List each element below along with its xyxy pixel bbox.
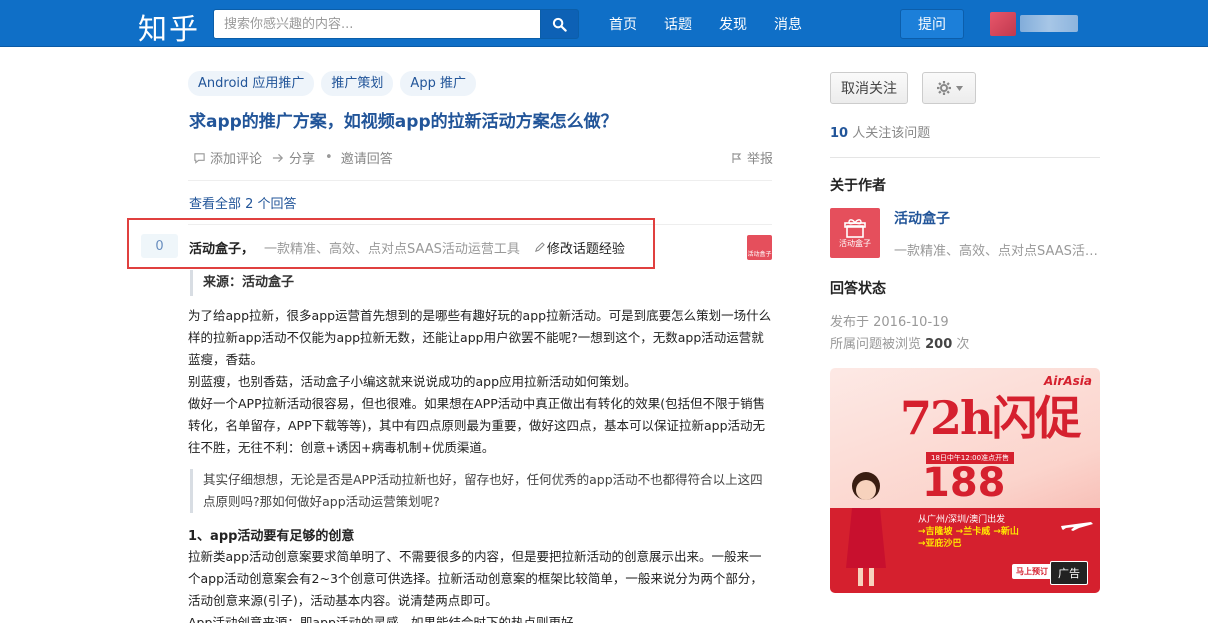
answer-author-avatar[interactable]: 活动盒子 (747, 235, 772, 260)
answer-paragraph: 为了给app拉新，很多app运营首先想到的是哪些有趣好玩的app拉新活动。可是到… (188, 308, 772, 367)
topic-tags: Android 应用推广 推广策划 App 推广 (188, 71, 476, 96)
topic-tag[interactable]: 推广策划 (321, 71, 394, 96)
ad-label: 广告 (1050, 561, 1088, 585)
highlight-annotation-box (127, 218, 655, 269)
nav-home[interactable]: 首页 (609, 14, 637, 34)
comment-icon (194, 152, 205, 164)
share-label: 分享 (289, 152, 316, 167)
airasia-ad-banner[interactable]: 72h闪促 AirAsia 18日中午12:00准点开售 188 从广州/深圳/… (830, 368, 1100, 593)
share-button[interactable]: 分享 (272, 148, 315, 167)
ad-character-illustration (846, 472, 886, 586)
views-number: 200 (925, 337, 953, 352)
answer-status-heading: 回答状态 (830, 281, 886, 297)
settings-dropdown-button[interactable] (922, 72, 976, 104)
answer-body-block: 拉新类app活动创意案要求简单明了、不需要很多的内容，但是要把拉新活动的创意展示… (188, 546, 772, 623)
follower-text: 人关注该问题 (848, 126, 931, 141)
answer-body-block: 为了给app拉新，很多app运营首先想到的是哪些有趣好玩的app拉新活动。可是到… (188, 305, 772, 459)
answer-source-quote: 来源：活动盒子 (190, 270, 294, 296)
posted-date: 发布于 2016-10-19 (830, 315, 949, 330)
avatar-caption: 活动盒子 (747, 251, 772, 258)
about-author-heading: 关于作者 (830, 178, 886, 194)
ad-headline: 72h闪促 (900, 391, 1081, 445)
user-avatar[interactable] (990, 12, 1016, 36)
avatar-caption: 活动盒子 (839, 238, 871, 248)
views-suffix: 次 (952, 337, 970, 352)
unfollow-button[interactable]: 取消关注 (830, 72, 908, 104)
ad-route-line: →亚庇沙巴 (918, 539, 962, 549)
answer-section-heading: 1、app活动要有足够的创意 (188, 529, 355, 544)
answer-paragraph: 别蓝瘦，也别香菇，活动盒子小编这就来说说成功的app应用拉新活动如何策划。 (188, 374, 637, 389)
sidebar-author-avatar[interactable]: 活动盒子 (830, 208, 880, 258)
views-prefix: 所属问题被浏览 (830, 337, 926, 352)
report-button[interactable]: 举报 (731, 148, 773, 167)
ad-route-line: →吉隆坡 →兰卡威 →新山 (918, 527, 1019, 537)
question-title[interactable]: 求app的推广方案，如视频app的拉新活动方案怎么做？ (189, 107, 618, 132)
nav-topics[interactable]: 话题 (664, 14, 692, 34)
ad-brand-logo: AirAsia (1044, 374, 1092, 388)
add-comment-label: 添加评论 (210, 152, 263, 167)
zhihu-logo[interactable]: 知乎 (138, 6, 200, 48)
report-label: 举报 (747, 152, 774, 167)
question-view-count: 所属问题被浏览 200 次 (830, 333, 969, 352)
ask-question-button[interactable]: 提问 (900, 9, 964, 39)
ad-routes: 从广州/深圳/澳门出发 →吉隆坡 →兰卡威 →新山 →亚庇沙巴 (918, 514, 1019, 550)
follower-number: 10 (830, 126, 849, 141)
search-input[interactable] (213, 9, 541, 39)
search-button[interactable] (540, 9, 579, 39)
divider (830, 157, 1100, 158)
view-all-answers-link[interactable]: 查看全部 2 个回答 (189, 193, 297, 212)
answer-blockquote: 其实仔细想想，无论是否是APP活动拉新也好，留存也好，任何优秀的app活动不也都… (190, 469, 772, 513)
sidebar-author-name[interactable]: 活动盒子 (894, 208, 950, 228)
ad-route-line: 从广州/深圳/澳门出发 (918, 515, 1006, 525)
gear-icon (936, 81, 951, 95)
username-blurred[interactable] (1020, 15, 1078, 32)
gift-box-icon (844, 218, 866, 238)
caret-down-icon (955, 85, 963, 91)
answer-paragraph: 做好一个APP拉新活动很容易，但也很难。如果想在APP活动中真正做出有转化的效果… (188, 396, 766, 455)
question-actions: 添加评论 分享 • 邀请回答 (193, 148, 403, 167)
main-nav: 首页 话题 发现 消息 (609, 14, 829, 34)
topic-tag[interactable]: App 推广 (400, 71, 476, 96)
add-comment-button[interactable]: 添加评论 (193, 148, 262, 167)
share-icon (272, 153, 284, 162)
nav-explore[interactable]: 发现 (719, 14, 747, 34)
topic-tag[interactable]: Android 应用推广 (188, 71, 315, 96)
search-box (213, 9, 579, 39)
ad-price: 188 (922, 460, 1006, 506)
flag-icon (732, 152, 742, 163)
separator-dot: • (325, 150, 333, 165)
divider (188, 180, 772, 181)
search-icon (552, 17, 567, 32)
ad-book-now-button[interactable]: 马上预订 (1012, 564, 1052, 579)
top-navbar: 知乎 首页 话题 发现 消息 提问 (0, 0, 1208, 47)
airplane-icon (1061, 522, 1093, 531)
answer-paragraph: 拉新类app活动创意案要求简单明了、不需要很多的内容，但是要把拉新活动的创意展示… (188, 549, 763, 608)
answer-paragraph: App活动创意来源：即app活动的灵感，如果能结合时下的热点则更好。 (188, 615, 586, 623)
follower-count[interactable]: 10 人关注该问题 (830, 122, 930, 141)
nav-messages[interactable]: 消息 (774, 14, 802, 34)
invite-answer-button[interactable]: 邀请回答 (341, 148, 393, 167)
sidebar-author-bio: 一款精准、高效、点对点SAAS活动运营工具 (894, 244, 1100, 259)
